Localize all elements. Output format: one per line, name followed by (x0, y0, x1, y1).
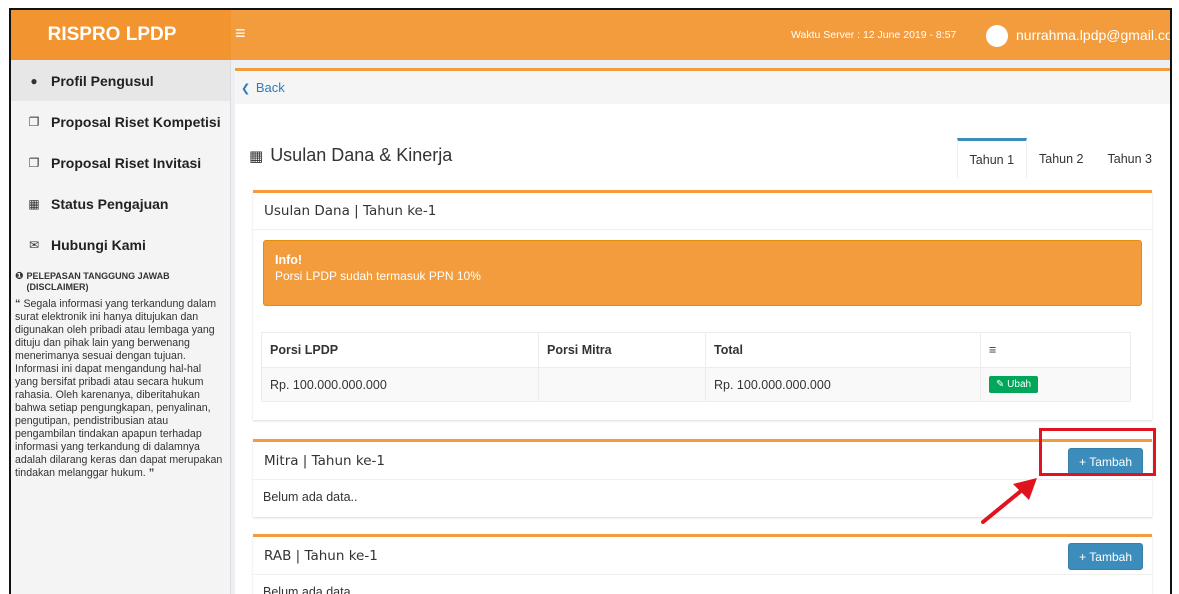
users-icon: ● (30, 73, 38, 88)
sidebar-item-label: Status Pengajuan (51, 195, 169, 212)
sidebar-item-proposal-invitasi[interactable]: ❐ Proposal Riset Invitasi (11, 142, 230, 183)
copy-icon: ❐ (28, 114, 40, 129)
avatar[interactable] (986, 25, 1008, 47)
back-bar: ❮ Back (235, 68, 1170, 104)
top-navbar: RISPRO LPDP ≡ Waktu Server : 12 June 201… (11, 10, 1170, 60)
table-header-row: Porsi LPDP Porsi Mitra Total ≡ (261, 332, 1131, 368)
user-email[interactable]: nurrahma.lpdp@gmail.com (1016, 27, 1170, 43)
grid-icon: ▦ (28, 196, 40, 211)
disclaimer-body: “ Segala informasi yang terkandung dalam… (11, 293, 230, 480)
tab-tahun-1[interactable]: Tahun 1 (956, 138, 1028, 178)
sidebar-item-hubungi-kami[interactable]: ✉ Hubungi Kami (11, 224, 230, 265)
server-time: Waktu Server : 12 June 2019 - 8:57 (791, 29, 957, 41)
ubah-button[interactable]: ✎ Ubah (989, 376, 1039, 393)
back-link[interactable]: ❮ Back (241, 80, 285, 95)
info-alert-message: Porsi LPDP sudah termasuk PPN 10% (275, 269, 481, 283)
column-menu-icon: ≡ (980, 332, 1131, 368)
sidebar-item-profil-pengusul[interactable]: ● Profil Pengusul (11, 60, 230, 101)
cell-total: Rp. 100.000.000.000 (705, 367, 981, 402)
table-row: Rp. 100.000.000.000 Rp. 100.000.000.000 … (261, 367, 1131, 402)
usulan-dana-header: Usulan Dana | Tahun ke-1 (253, 193, 1152, 230)
tab-tahun-2[interactable]: Tahun 2 (1027, 138, 1095, 178)
sidebar-item-label: Hubungi Kami (51, 236, 146, 253)
column-header: Total (705, 332, 981, 368)
column-header: Porsi Mitra (538, 332, 706, 368)
mitra-header-text: Mitra | Tahun ke-1 (264, 453, 385, 469)
annotation-highlight-box (1039, 428, 1156, 476)
usulan-dana-table: Porsi LPDP Porsi Mitra Total ≡ Rp. 100.0… (261, 332, 1131, 402)
tab-tahun-3[interactable]: Tahun 3 (1096, 138, 1164, 178)
info-alert-title: Info! (275, 253, 303, 267)
disclaimer-title-text: PELEPASAN TANGGUNG JAWAB (DISCLAIMER) (26, 271, 170, 292)
cell-porsi-mitra (538, 367, 706, 402)
rab-tambah-button[interactable]: + Tambah (1068, 543, 1143, 570)
close-quote-icon: ” (148, 467, 155, 479)
cell-porsi-lpdp: Rp. 100.000.000.000 (261, 367, 539, 402)
tambah-label: Tambah (1089, 550, 1132, 564)
info-circle-icon: ❶ (15, 271, 24, 282)
usulan-dana-body: Info! Porsi LPDP sudah termasuk PPN 10% … (253, 230, 1152, 402)
sidebar-item-label: Proposal Riset Invitasi (51, 154, 202, 171)
copy-icon: ❐ (28, 155, 40, 170)
main-content: ❮ Back ▦ Usulan Dana & Kinerja Tahun 1 T… (235, 68, 1170, 594)
year-tabs: Tahun 1 Tahun 2 Tahun 3 (956, 138, 1164, 178)
brand-logo[interactable]: RISPRO LPDP (11, 10, 231, 60)
menu-toggle-icon[interactable]: ≡ (235, 23, 246, 44)
rab-empty-text: Belum ada data.. (263, 585, 358, 594)
annotation-arrow-icon (981, 478, 1037, 524)
sidebar: ● Profil Pengusul ❐ Proposal Riset Kompe… (11, 60, 231, 594)
plus-icon: + (1079, 550, 1087, 564)
disclaimer-title: ❶ PELEPASAN TANGGUNG JAWAB (DISCLAIMER) (11, 265, 230, 293)
page-title-text: Usulan Dana & Kinerja (270, 145, 453, 165)
cell-action: ✎ Ubah (980, 367, 1131, 402)
sidebar-item-label: Profil Pengusul (51, 72, 154, 89)
back-label: Back (255, 80, 285, 95)
sidebar-item-status-pengajuan[interactable]: ▦ Status Pengajuan (11, 183, 230, 224)
page-title: ▦ Usulan Dana & Kinerja (249, 145, 452, 166)
rab-header: RAB | Tahun ke-1 + Tambah (253, 537, 1152, 575)
chevron-left-circle-icon: ❮ (241, 83, 251, 95)
open-quote-icon: “ (15, 298, 21, 310)
envelope-icon: ✉ (28, 237, 40, 252)
edit-icon: ✎ (996, 379, 1005, 390)
sidebar-item-label: Proposal Riset Kompetisi (51, 113, 221, 130)
grid-icon: ▦ (249, 147, 263, 165)
column-header: Porsi LPDP (261, 332, 539, 368)
rab-box: RAB | Tahun ke-1 + Tambah Belum ada data… (253, 534, 1152, 594)
ubah-label: Ubah (1007, 379, 1032, 390)
sidebar-item-proposal-kompetisi[interactable]: ❐ Proposal Riset Kompetisi (11, 101, 230, 142)
info-alert: Info! Porsi LPDP sudah termasuk PPN 10% (263, 240, 1142, 306)
usulan-dana-box: Usulan Dana | Tahun ke-1 Info! Porsi LPD… (253, 190, 1152, 420)
disclaimer-text: Segala informasi yang terkandung dalam s… (15, 298, 223, 479)
rab-header-text: RAB | Tahun ke-1 (264, 548, 378, 564)
